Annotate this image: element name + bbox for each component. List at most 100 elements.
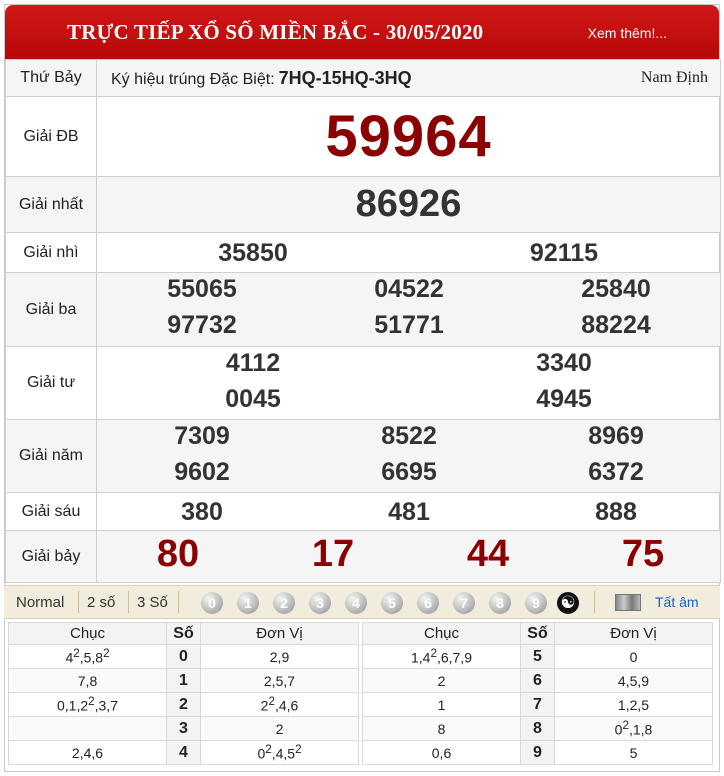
chuc-cell [8,716,167,741]
loto-row: 2,4,6 4 02,4,52 [8,740,359,765]
loto-row: 1 7 1,2,5 [362,692,713,717]
special-code-cell: Ký hiệu trúng Đặc Biệt: 7HQ-15HQ-3HQ Nam … [96,59,721,97]
prize-number-bay: 17 [311,533,355,575]
prize-number-nam: 6372 [588,458,644,486]
col-header-so: Số [166,622,201,645]
prize-number-nam: 9602 [174,458,230,486]
prize-row-nhi: Giải nhì 35850 92115 [5,232,721,273]
chuc-cell: 2,4,6 [8,740,167,765]
loto-row: 42,5,82 0 2,9 [8,644,359,669]
prize-label-nhi: Giải nhì [5,232,97,273]
prize-row-ba: Giải ba 55065 04522 25840 97732 51771 88… [5,272,721,347]
results-title: TRỰC TIẾP XỔ SỐ MIỀN BẮC - 30/05/2020 [67,20,484,44]
loto-table-right: Chục Số Đơn Vị 1,42,6,7,9 5 0 2 6 4,5,9 1 7 1,… [362,622,713,765]
digit-ball-1[interactable]: 1 [237,592,259,614]
digit-ball-5[interactable]: 5 [381,592,403,614]
col-header-so: Số [520,622,555,645]
donvi-cell: 22,4,6 [200,692,359,717]
prize-number-tu: 0045 [225,385,281,413]
prize-row-bay: Giải bảy 80 17 44 75 [5,530,721,583]
mode-2-digit-button[interactable]: 2 số [87,594,115,611]
loto-header-row: Chục Số Đơn Vị [362,622,713,645]
digit-ball-2[interactable]: 2 [273,592,295,614]
col-header-chuc: Chục [8,622,167,645]
prize-number-tu: 4112 [225,349,281,377]
show-all-icon[interactable] [615,594,641,611]
day-of-week: Thứ Bảy [5,59,97,97]
prize-number-bay: 44 [466,533,510,575]
info-row: Thứ Bảy Ký hiệu trúng Đặc Biệt: 7HQ-15HQ-… [5,59,721,97]
donvi-cell: 02,4,52 [200,740,359,765]
prize-row-db: Giải ĐB 59964 [5,96,721,177]
donvi-cell: 5 [554,740,713,765]
results-header: TRỰC TIẾP XỔ SỐ MIỀN BẮC - 30/05/2020 Xe… [5,5,719,59]
prize-label-nam: Giải năm [5,419,97,493]
separator [594,591,595,613]
donvi-cell: 02,1,8 [554,716,713,741]
col-header-donvi: Đơn Vị [200,622,359,645]
digit-cell: 5 [520,644,555,669]
digit-cell: 1 [166,668,201,693]
donvi-cell: 2 [200,716,359,741]
province-name: Nam Định [640,69,708,86]
prize-number-ba: 51771 [374,311,444,339]
prize-number-ba: 55065 [167,275,237,303]
prize-row-nhat: Giải nhất 86926 [5,176,721,233]
prize-label-bay: Giải bảy [5,530,97,583]
see-more-link[interactable]: Xem thêm!... [588,25,667,41]
chuc-cell: 2 [362,668,521,693]
donvi-cell: 1,2,5 [554,692,713,717]
digit-ball-4[interactable]: 4 [345,592,367,614]
chuc-cell: 1,42,6,7,9 [362,644,521,669]
prize-number-tu: 4945 [536,385,592,413]
digit-cell: 6 [520,668,555,693]
col-header-chuc: Chục [362,622,521,645]
chuc-cell: 7,8 [8,668,167,693]
prize-row-sau: Giải sáu 380 481 888 [5,492,721,531]
prize-number-nam: 7309 [174,422,230,450]
yin-yang-icon[interactable]: ☯ [557,592,579,614]
separator [78,591,79,613]
digit-ball-6[interactable]: 6 [417,592,439,614]
prize-number-db: 59964 [96,96,721,177]
prize-row-nam: Giải năm 7309 8522 8969 9602 6695 6372 [5,419,721,493]
prize-number-sau: 481 [388,498,430,526]
loto-row: 8 8 02,1,8 [362,716,713,741]
mode-normal-button[interactable]: Normal [16,594,64,611]
chuc-cell: 1 [362,692,521,717]
digit-ball-8[interactable]: 8 [489,592,511,614]
prize-number-nam: 8969 [588,422,644,450]
mode-3-digit-button[interactable]: 3 Số [137,594,168,611]
special-code-value: 7HQ-15HQ-3HQ [278,67,412,88]
loto-row: 2 6 4,5,9 [362,668,713,693]
prize-number-ba: 04522 [374,275,444,303]
digit-ball-9[interactable]: 9 [525,592,547,614]
separator [128,591,129,613]
digit-ball-7[interactable]: 7 [453,592,475,614]
digit-cell: 4 [166,740,201,765]
prize-number-bay: 75 [621,533,665,575]
prize-label-tu: Giải tư [5,346,97,420]
donvi-cell: 4,5,9 [554,668,713,693]
donvi-cell: 2,5,7 [200,668,359,693]
show-all-link[interactable]: Tất âm [655,594,699,610]
loto-row: 7,8 1 2,5,7 [8,668,359,693]
chuc-cell: 0,1,22,3,7 [8,692,167,717]
prize-number-ba: 25840 [581,275,651,303]
prize-label-db: Giải ĐB [5,96,97,177]
digit-cell: 2 [166,692,201,717]
prize-number-nhat: 86926 [96,176,721,233]
prize-number-sau: 888 [595,498,637,526]
prize-row-tu: Giải tư 4112 3340 0045 4945 [5,346,721,420]
loto-header-row: Chục Số Đơn Vị [8,622,359,645]
digit-ball-0[interactable]: 0 [201,592,223,614]
prize-number-bay: 80 [156,533,200,575]
separator [178,591,179,613]
digit-cell: 3 [166,716,201,741]
results-table: Thứ Bảy Ký hiệu trúng Đặc Biệt: 7HQ-15HQ-… [5,59,721,583]
digit-ball-3[interactable]: 3 [309,592,331,614]
digit-cell: 0 [166,644,201,669]
chuc-cell: 8 [362,716,521,741]
digit-cell: 9 [520,740,555,765]
loto-row: 0,1,22,3,7 2 22,4,6 [8,692,359,717]
